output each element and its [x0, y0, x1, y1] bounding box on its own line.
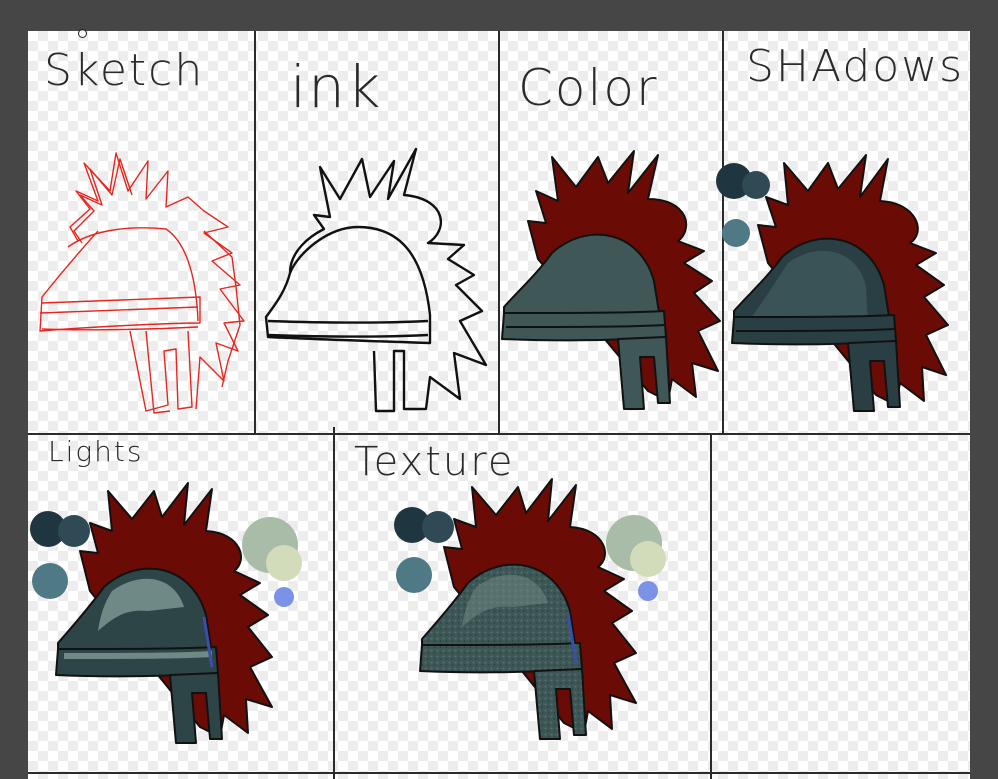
- palette-swatch-blue: [638, 581, 658, 601]
- palette-swatch-pale: [630, 541, 666, 577]
- brush-cursor: [78, 29, 87, 38]
- texture-drawing: [394, 478, 666, 740]
- drawing-canvas[interactable]: Sketch ink Color SHAdows Lights Texture: [28, 31, 970, 779]
- palette-swatch-steel: [396, 557, 432, 593]
- palette-swatch-mid: [422, 511, 454, 543]
